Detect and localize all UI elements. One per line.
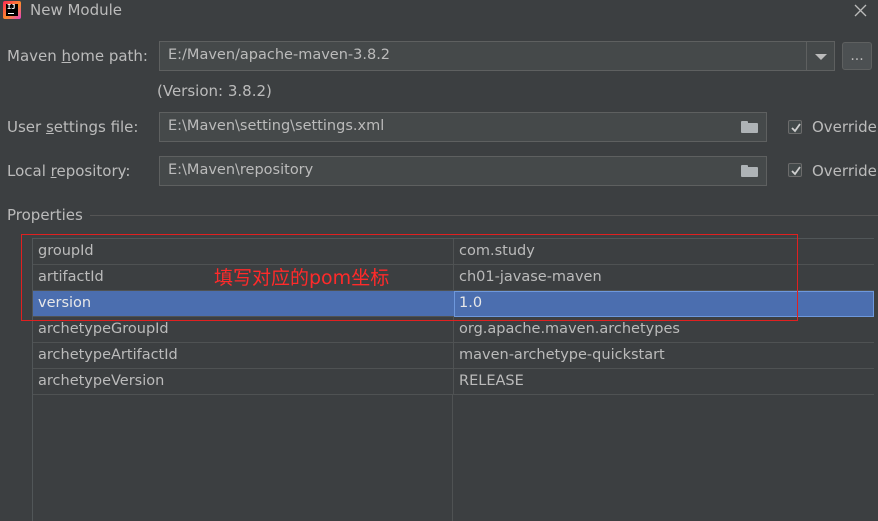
section-divider xyxy=(90,215,878,216)
user-settings-field[interactable]: E:\Maven\setting\settings.xml xyxy=(159,112,767,142)
property-value[interactable]: org.apache.maven.archetypes xyxy=(459,321,680,337)
column-divider xyxy=(452,394,453,521)
chevron-down-icon[interactable] xyxy=(806,42,834,70)
close-button[interactable] xyxy=(850,0,872,22)
property-key: archetypeGroupId xyxy=(38,321,169,337)
property-value[interactable]: RELEASE xyxy=(459,373,524,389)
settings-override-label[interactable]: Override xyxy=(812,118,877,136)
checkmark-icon xyxy=(791,166,801,176)
local-repository-label: Local repository: xyxy=(7,162,131,180)
maven-home-combobox[interactable]: E:/Maven/apache-maven-3.8.2 xyxy=(159,41,835,71)
local-repository-field[interactable]: E:\Maven\repository xyxy=(159,156,767,186)
title-bar: IJ New Module xyxy=(0,0,878,22)
property-key: archetypeArtifactId xyxy=(38,347,178,363)
repo-override-label[interactable]: Override xyxy=(812,162,877,180)
table-row[interactable]: archetypeArtifactId maven-archetype-quic… xyxy=(33,343,874,369)
checkmark-icon xyxy=(791,123,801,133)
intellij-app-icon: IJ xyxy=(3,1,21,19)
property-value[interactable]: maven-archetype-quickstart xyxy=(459,347,665,363)
repo-override-checkbox[interactable] xyxy=(788,163,802,177)
property-key: archetypeVersion xyxy=(38,373,165,389)
table-row[interactable]: archetypeVersion RELEASE xyxy=(33,369,874,395)
user-settings-label: User settings file: xyxy=(7,118,139,136)
local-repository-value: E:\Maven\repository xyxy=(168,162,314,178)
maven-home-value: E:/Maven/apache-maven-3.8.2 xyxy=(168,47,391,63)
folder-icon[interactable] xyxy=(741,165,758,177)
user-settings-value: E:\Maven\setting\settings.xml xyxy=(168,118,385,134)
folder-icon[interactable] xyxy=(741,121,758,133)
window-title: New Module xyxy=(30,1,123,19)
annotation-text: 填写对应的pom坐标 xyxy=(214,267,390,289)
browse-maven-home-button[interactable]: ... xyxy=(842,42,872,70)
close-icon xyxy=(854,4,867,17)
properties-section-title: Properties xyxy=(7,206,83,224)
maven-version-note: (Version: 3.8.2) xyxy=(157,82,272,100)
maven-home-label: Maven home path: xyxy=(7,47,148,65)
annotation-box xyxy=(21,234,798,321)
settings-override-checkbox[interactable] xyxy=(788,120,802,134)
